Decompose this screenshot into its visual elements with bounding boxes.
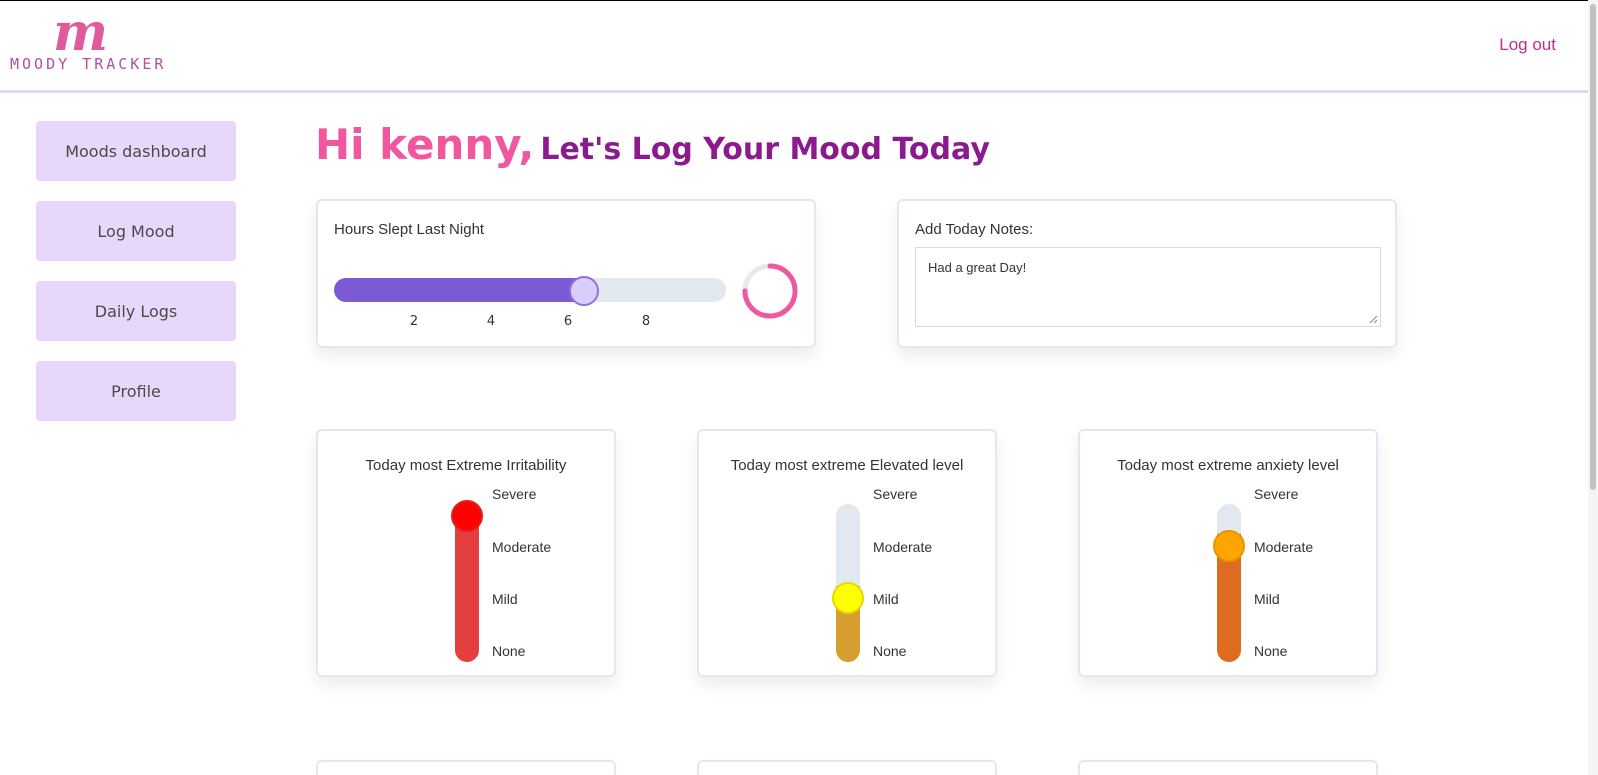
elevated-slider-thumb[interactable] — [832, 582, 864, 614]
scrollbar-thumb[interactable] — [1590, 4, 1596, 490]
moody-tracker-logo[interactable]: m MOODY TRACKER — [8, 5, 168, 75]
notes-text: Had a great Day! — [928, 260, 1027, 275]
sleep-slider-fill — [334, 278, 584, 302]
logo-letter: m — [53, 2, 109, 63]
level-label-none: None — [492, 643, 526, 659]
mood-card-partial — [697, 760, 997, 775]
level-label-mild: Mild — [873, 591, 899, 607]
notes-title: Add Today Notes: — [915, 221, 1034, 238]
irritability-slider-thumb[interactable] — [451, 500, 483, 532]
page-title: Hi kenny, Let's Log Your Mood Today — [315, 120, 990, 169]
irritability-card: Today most Extreme Irritability Severe M… — [316, 429, 616, 677]
sleep-progress-ring — [742, 263, 798, 319]
anxiety-card: Today most extreme anxiety level Severe … — [1078, 429, 1378, 677]
sleep-slider-thumb[interactable] — [569, 276, 599, 306]
sidebar-item-moods-dashboard[interactable]: Moods dashboard — [36, 121, 236, 181]
resize-grip-icon[interactable] — [1368, 314, 1378, 324]
sleep-slider[interactable] — [334, 276, 726, 306]
logo-text: MOODY TRACKER — [10, 55, 167, 73]
sidebar-item-log-mood[interactable]: Log Mood — [36, 201, 236, 261]
anxiety-slider[interactable] — [1217, 504, 1241, 662]
anxiety-title: Today most extreme anxiety level — [1117, 457, 1339, 474]
notes-textarea[interactable]: Had a great Day! — [915, 247, 1381, 327]
sleep-tick-label: 6 — [563, 314, 573, 329]
sidebar: Moods dashboard Log Mood Daily Logs Prof… — [36, 121, 236, 441]
sleep-title: Hours Slept Last Night — [334, 221, 485, 238]
app-header: m MOODY TRACKER Log out — [0, 1, 1588, 93]
anxiety-slider-thumb[interactable] — [1213, 530, 1245, 562]
sleep-tick-label: 4 — [486, 314, 496, 329]
elevated-card: Today most extreme Elevated level Severe… — [697, 429, 997, 677]
level-label-severe: Severe — [492, 486, 537, 502]
sleep-tick-label: 8 — [641, 314, 651, 329]
logout-link[interactable]: Log out — [1499, 35, 1556, 55]
irritability-title: Today most Extreme Irritability — [365, 457, 567, 474]
sidebar-item-profile[interactable]: Profile — [36, 361, 236, 421]
greeting-name: Hi kenny, — [315, 120, 535, 169]
level-label-mild: Mild — [1254, 591, 1280, 607]
level-label-mild: Mild — [492, 591, 518, 607]
sleep-tick-label: 2 — [409, 314, 419, 329]
elevated-title: Today most extreme Elevated level — [730, 457, 964, 474]
mood-card-partial — [316, 760, 616, 775]
sidebar-item-daily-logs[interactable]: Daily Logs — [36, 281, 236, 341]
page-scrollbar[interactable] — [1588, 0, 1598, 775]
level-label-moderate: Moderate — [1254, 539, 1314, 555]
level-label-moderate: Moderate — [873, 539, 933, 555]
greeting-subtitle: Let's Log Your Mood Today — [540, 132, 990, 167]
notes-card: Add Today Notes: Had a great Day! — [897, 199, 1397, 348]
level-label-severe: Severe — [1254, 486, 1299, 502]
sleep-card: Hours Slept Last Night 2 4 6 8 — [316, 199, 816, 348]
level-label-severe: Severe — [873, 486, 918, 502]
level-label-moderate: Moderate — [492, 539, 552, 555]
mood-card-partial — [1078, 760, 1378, 775]
level-label-none: None — [873, 643, 907, 659]
level-label-none: None — [1254, 643, 1288, 659]
